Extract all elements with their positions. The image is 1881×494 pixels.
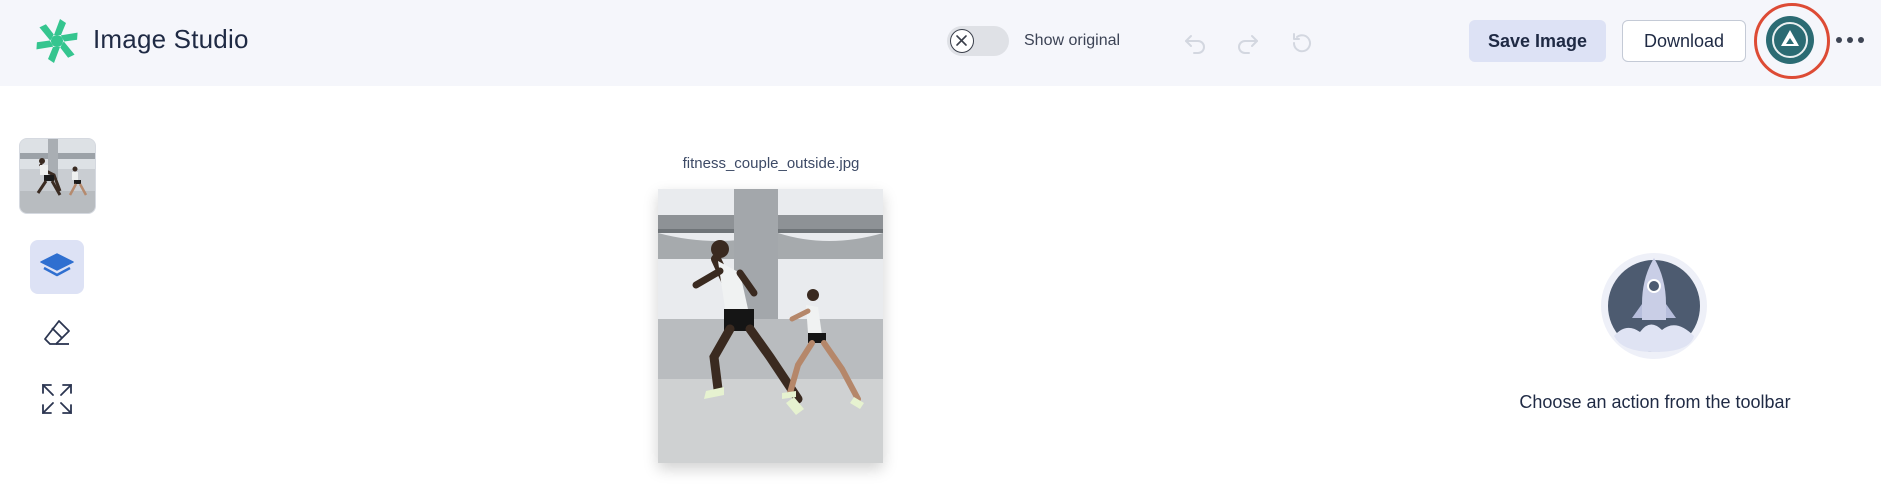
layers-tool-button[interactable] [30, 240, 84, 294]
image-filename: fitness_couple_outside.jpg [682, 155, 860, 172]
expand-icon [42, 384, 72, 414]
reset-icon[interactable] [1285, 26, 1319, 60]
app-title: Image Studio [93, 24, 249, 54]
eraser-tool-button[interactable] [30, 306, 84, 360]
show-original-label: Show original [1024, 32, 1121, 49]
download-button[interactable]: Download [1622, 20, 1746, 62]
toggle-off-icon [950, 29, 974, 53]
image-thumbnail[interactable] [19, 138, 96, 214]
redo-icon[interactable] [1231, 26, 1265, 60]
expand-tool-button[interactable] [30, 372, 84, 426]
show-original-toggle[interactable] [947, 26, 1009, 56]
dot [1858, 37, 1864, 43]
image-preview [658, 189, 883, 463]
dot [1836, 37, 1842, 43]
layers-icon [40, 253, 74, 277]
account-avatar-button[interactable] [1766, 16, 1814, 64]
triangle-logo-icon [1772, 22, 1808, 58]
rocket-icon [1600, 252, 1708, 360]
save-image-button[interactable]: Save Image [1469, 20, 1606, 62]
empty-state-message: Choose an action from the toolbar [1519, 392, 1791, 412]
undo-icon[interactable] [1178, 26, 1212, 60]
more-options-button[interactable] [1836, 30, 1864, 50]
pinwheel-logo-icon [32, 16, 82, 66]
eraser-icon [44, 320, 70, 345]
dot [1847, 37, 1853, 43]
top-toolbar: Image Studio Show original Save Image Do… [0, 0, 1881, 86]
